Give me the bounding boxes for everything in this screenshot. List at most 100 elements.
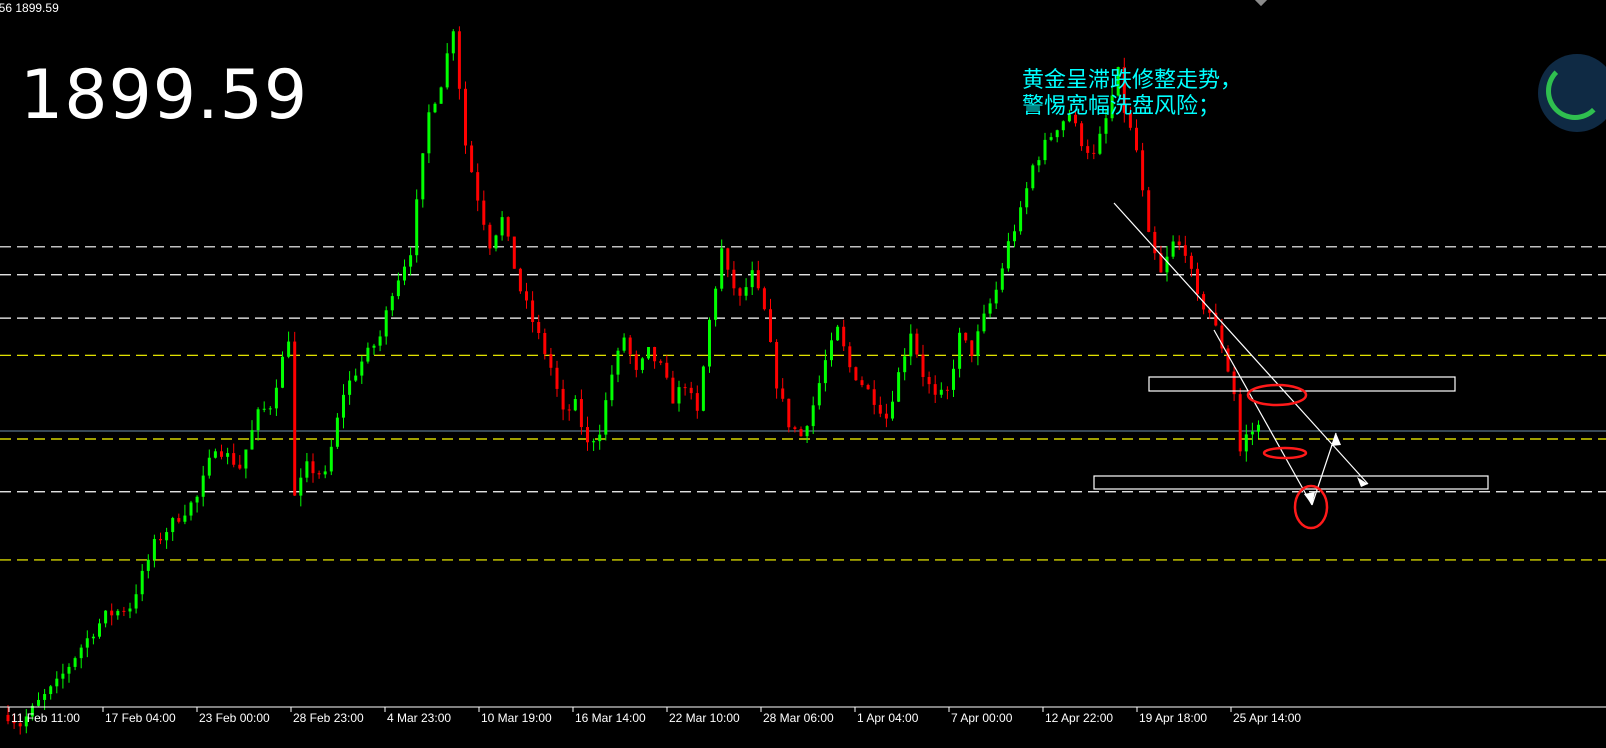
candle-body — [1098, 133, 1102, 154]
candle-body — [512, 236, 516, 269]
candle-body — [421, 153, 425, 200]
candle-body — [1147, 190, 1151, 232]
candle-body — [55, 678, 59, 687]
ohlc-readout: 95.56 1899.59 — [0, 1, 59, 15]
candle-body — [525, 291, 528, 301]
x-tick-label: 12 Apr 22:00 — [1045, 711, 1113, 725]
candle-body — [927, 376, 931, 385]
candle-body — [134, 594, 138, 609]
candle-body — [726, 248, 730, 270]
annotation-line-1: 黄金呈滞跌修整走势， — [1022, 68, 1243, 93]
candle-body — [110, 610, 114, 616]
candle-body — [366, 347, 370, 362]
candle-body — [415, 199, 419, 256]
candle-body — [817, 383, 821, 406]
candle-body — [1183, 245, 1187, 256]
candle-body — [165, 532, 169, 541]
candle-body — [1000, 268, 1004, 290]
candle-body — [49, 686, 53, 695]
candle-body — [640, 358, 644, 370]
candle-body — [445, 53, 449, 88]
candle-body — [976, 331, 980, 357]
candle-body — [317, 473, 321, 475]
projection-arrow-down — [1213, 329, 1313, 506]
candle-body — [335, 417, 339, 447]
x-tick-label: 22 Mar 10:00 — [669, 711, 740, 725]
candle-body — [360, 361, 364, 376]
candle-body — [220, 451, 223, 457]
candle-body — [677, 387, 681, 404]
candle-body — [915, 333, 919, 355]
candle-body — [1055, 130, 1059, 138]
candle-body — [634, 354, 638, 370]
candle-body — [878, 404, 882, 414]
candle-body — [43, 694, 47, 700]
candle-body — [653, 347, 657, 362]
candle-body — [244, 449, 248, 469]
candle-body — [85, 638, 89, 648]
candle-body — [1177, 241, 1181, 246]
candle-body — [793, 427, 797, 429]
candle-body — [897, 372, 901, 402]
candle-body — [506, 217, 510, 237]
candle-body — [457, 31, 461, 89]
candle-body — [73, 658, 77, 667]
candle-body — [549, 354, 553, 368]
highlight-ellipse — [1246, 383, 1308, 407]
candle-body — [470, 145, 474, 173]
candle-body — [433, 103, 437, 113]
candle-body — [128, 608, 132, 612]
candle-body — [464, 88, 467, 146]
candle-body — [195, 496, 199, 503]
candle-body — [183, 515, 187, 522]
candle-body — [647, 347, 650, 359]
candle-body — [604, 400, 608, 435]
candle-body — [994, 289, 998, 304]
candle-body — [775, 342, 779, 389]
candle-body — [939, 389, 943, 395]
candle-body — [1049, 137, 1053, 140]
x-tick-label: 7 Apr 00:00 — [951, 711, 1013, 725]
candle-body — [1013, 231, 1016, 242]
candle-body — [732, 269, 736, 289]
candle-body — [287, 341, 291, 357]
candle-body — [299, 477, 303, 496]
candle-body — [781, 388, 785, 399]
candle-body — [390, 296, 394, 311]
candle-body — [903, 356, 907, 373]
x-tick-label: 4 Mar 23:00 — [387, 711, 451, 725]
x-tick-label: 28 Feb 23:00 — [293, 711, 364, 725]
candle-body — [579, 399, 583, 428]
candle-body — [610, 374, 614, 401]
candle-body — [616, 350, 620, 375]
candle-body — [671, 377, 675, 404]
candle-body — [1141, 150, 1145, 191]
candle-body — [159, 538, 162, 541]
analysis-annotation: 黄金呈滞跌修整走势， 警惕宽幅洗盘风险； — [1022, 68, 1242, 120]
candle-body — [592, 441, 596, 443]
candle-body — [598, 434, 602, 442]
x-tick-label: 25 Apr 14:00 — [1233, 711, 1301, 725]
candle-body — [958, 332, 962, 369]
candle-body — [403, 266, 406, 281]
candle-body — [988, 303, 992, 314]
candle-body — [970, 340, 974, 357]
candle-body — [628, 337, 632, 355]
x-tick-label: 11 Feb 11:00 — [11, 711, 80, 725]
candle-body — [555, 367, 559, 389]
candle-body — [787, 398, 791, 428]
candle-body — [409, 255, 413, 267]
candle-body — [226, 453, 230, 457]
x-tick-label: 17 Feb 04:00 — [105, 711, 176, 725]
candle-body — [281, 356, 284, 388]
candle-body — [91, 636, 95, 639]
candle-body — [518, 268, 522, 292]
candle-body — [372, 345, 376, 348]
candle-body — [860, 380, 864, 386]
candle-body — [1238, 394, 1242, 452]
candle-body — [146, 559, 150, 571]
candle-body — [1019, 207, 1023, 232]
candle-body — [573, 399, 577, 411]
candle-body — [207, 457, 211, 476]
candle-body — [354, 375, 358, 381]
